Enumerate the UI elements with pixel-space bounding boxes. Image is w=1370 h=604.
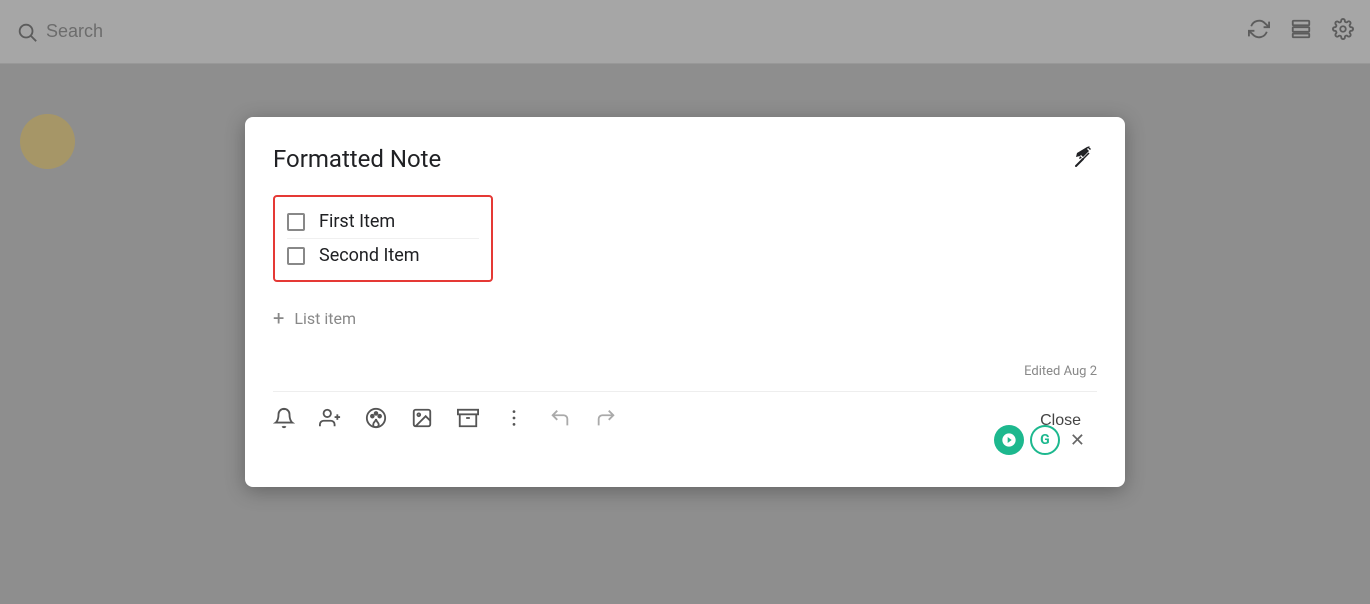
plus-icon: + [273, 306, 284, 330]
checklist-item-1: First Item [287, 205, 479, 238]
redo-icon[interactable] [595, 407, 617, 435]
checklist-item-2: Second Item [287, 238, 479, 272]
more-options-icon[interactable] [503, 407, 525, 435]
add-collaborator-icon[interactable] [319, 407, 341, 435]
edited-timestamp: Edited Aug 2 [273, 364, 1097, 379]
grammarly-g-icon[interactable]: G [1030, 425, 1060, 455]
archive-icon[interactable] [457, 407, 479, 435]
pin-icon[interactable] [1073, 145, 1097, 175]
add-image-icon[interactable] [411, 407, 433, 435]
modal-header: Formatted Note [273, 145, 1097, 175]
grammarly-check-icon[interactable] [994, 425, 1024, 455]
inline-close-icon[interactable]: ✕ [1070, 430, 1085, 451]
color-palette-icon[interactable] [365, 407, 387, 435]
bell-icon[interactable] [273, 407, 295, 435]
checkbox-2[interactable] [287, 247, 305, 265]
item-label-2: Second Item [319, 245, 420, 266]
modal-overlay: Formatted Note First Item Second Item [0, 0, 1370, 604]
checkbox-1[interactable] [287, 213, 305, 231]
add-item-label: List item [294, 309, 356, 328]
checklist-container: First Item Second Item [273, 195, 493, 282]
modal-title: Formatted Note [273, 145, 441, 173]
modal-dialog: Formatted Note First Item Second Item [245, 117, 1125, 487]
undo-icon[interactable] [549, 407, 571, 435]
modal-toolbar: Close [273, 391, 1097, 438]
add-list-item[interactable]: + List item [273, 302, 1097, 334]
item-label-1: First Item [319, 211, 395, 232]
